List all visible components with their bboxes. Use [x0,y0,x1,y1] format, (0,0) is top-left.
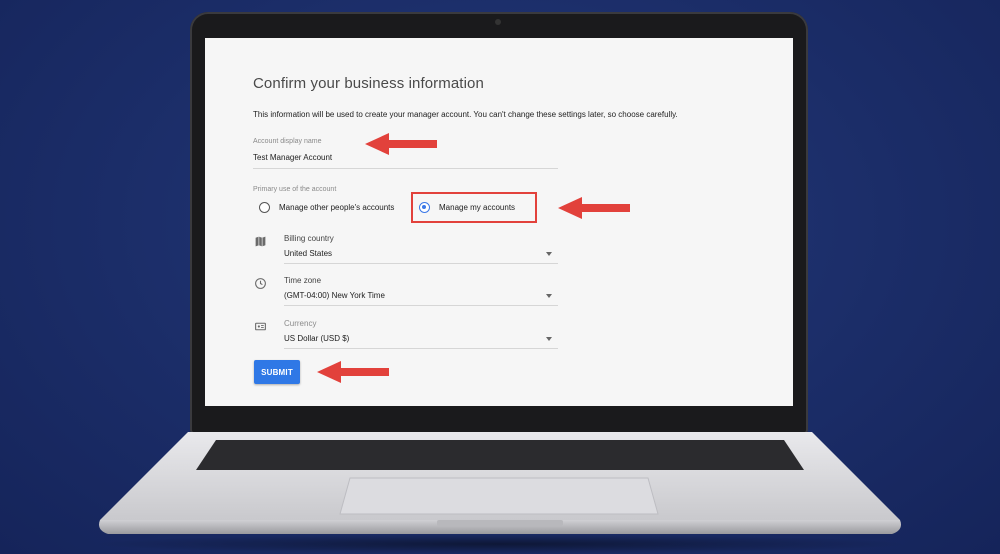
currency-select[interactable]: US Dollar (USD $) [284,334,349,343]
chevron-down-icon[interactable] [546,337,552,341]
radio-manage-mine[interactable] [419,202,430,213]
currency-underline [284,348,558,349]
annotation-arrow-submit [317,361,389,383]
time-zone-label: Time zone [284,276,322,285]
laptop-screen: Confirm your business information This i… [205,38,793,406]
billing-country-underline [284,263,558,264]
radio-manage-others-label[interactable]: Manage other people's accounts [279,203,394,212]
radio-manage-others[interactable] [259,202,270,213]
chevron-down-icon[interactable] [546,252,552,256]
laptop-lid: Confirm your business information This i… [190,12,808,434]
page-title: Confirm your business information [253,75,484,92]
annotation-arrow-name [365,133,437,155]
page-description: This information will be used to create … [253,110,678,119]
radio-manage-mine-label[interactable]: Manage my accounts [439,203,515,212]
chevron-down-icon[interactable] [546,294,552,298]
billing-country-label: Billing country [284,234,334,243]
submit-button[interactable]: SUBMIT [254,360,300,384]
clock-icon [255,278,266,289]
currency-label: Currency [284,319,317,328]
currency-icon [255,322,266,331]
account-name-input[interactable]: Test Manager Account [253,153,332,162]
time-zone-select[interactable]: (GMT-04:00) New York Time [284,291,385,300]
primary-use-label: Primary use of the account [253,186,337,193]
account-name-underline [253,168,558,169]
map-icon [255,236,266,247]
account-name-label: Account display name [253,138,322,145]
billing-country-select[interactable]: United States [284,249,332,258]
laptop-base [92,432,908,540]
time-zone-underline [284,305,558,306]
webcam [495,19,501,25]
annotation-arrow-radio [558,197,630,219]
